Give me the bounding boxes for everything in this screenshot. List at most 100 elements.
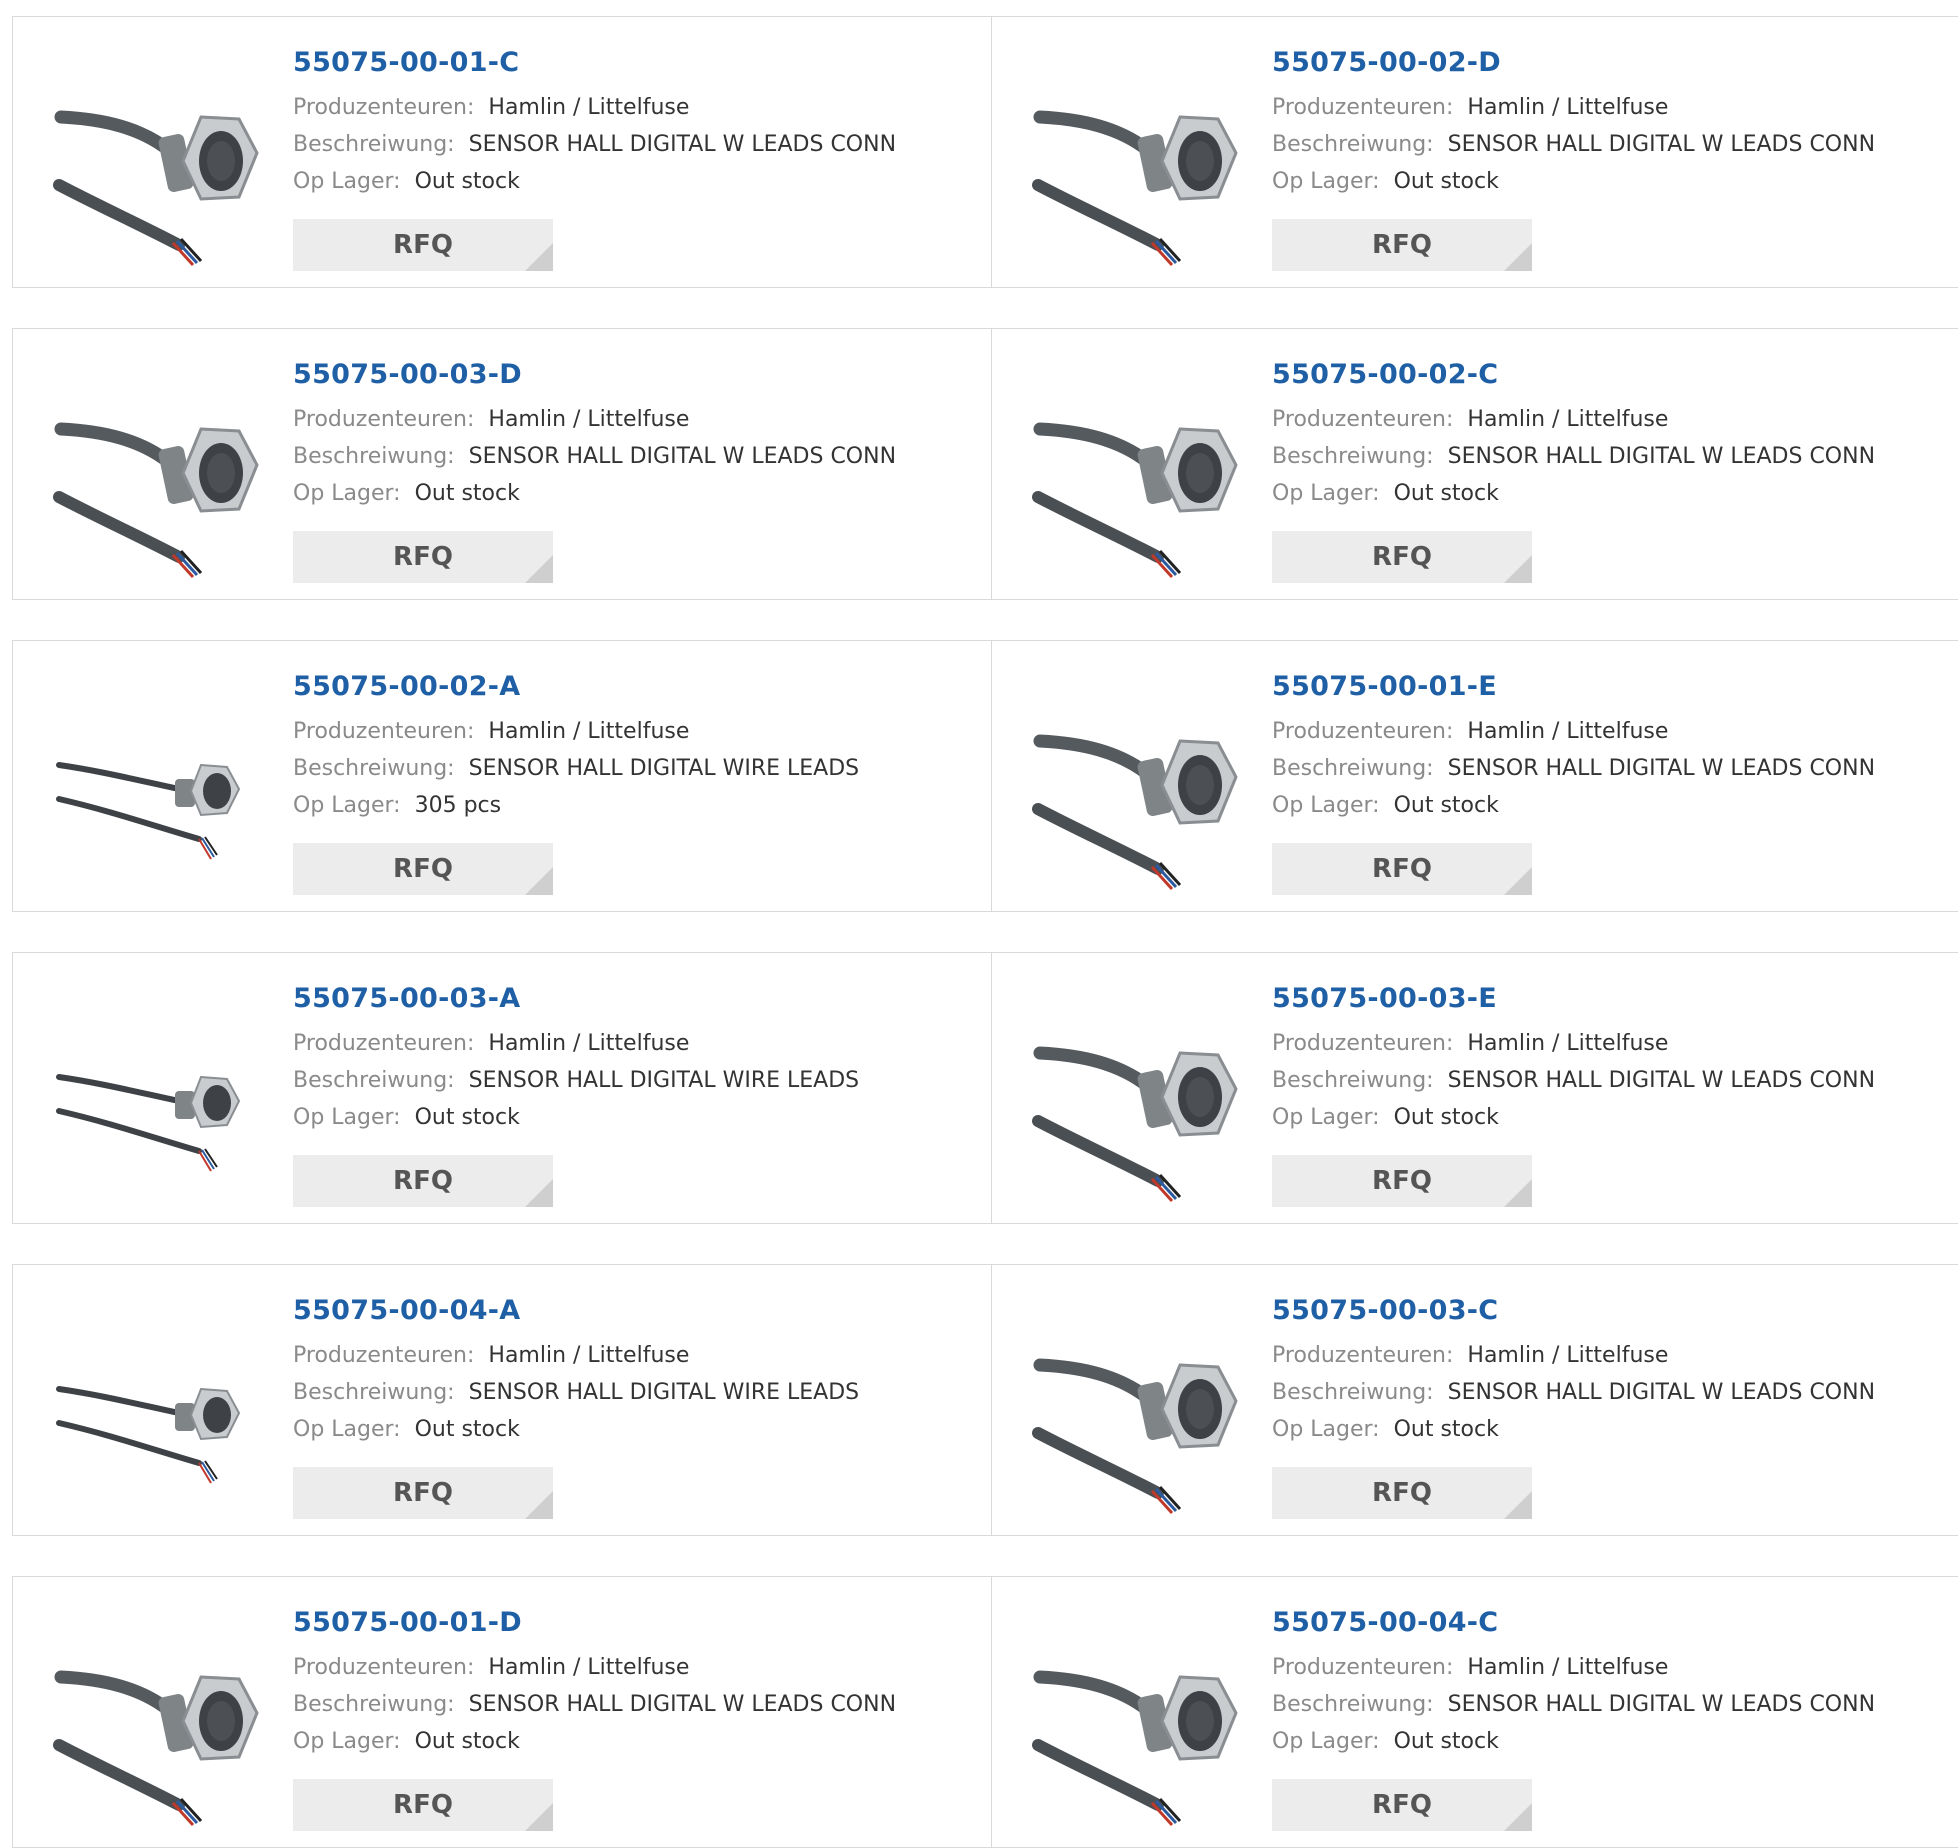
stock-row: Op Lager: Out stock — [293, 1411, 859, 1448]
product-card: 55075-00-03-A Produzenteuren: Hamlin / Li… — [13, 953, 991, 1223]
part-number-link[interactable]: 55075-00-02-C — [1272, 355, 1875, 395]
corner-triangle-icon — [525, 1803, 553, 1831]
product-card: 55075-00-01-C Produzenteuren: Hamlin / Li… — [13, 17, 991, 287]
stock-label: Op Lager: — [293, 169, 401, 194]
rfq-button[interactable]: RFQ — [293, 843, 553, 895]
product-info: 55075-00-01-D Produzenteuren: Hamlin / Li… — [293, 1603, 896, 1760]
sensor-wire-image[interactable] — [51, 681, 263, 891]
manufacturer-label: Produzenteuren: — [293, 719, 475, 744]
product-info: 55075-00-01-E Produzenteuren: Hamlin / Li… — [1272, 667, 1875, 824]
description-label: Beschreiwung: — [1272, 1068, 1434, 1093]
rfq-button[interactable]: RFQ — [1272, 1779, 1532, 1831]
product-card: 55075-00-04-C Produzenteuren: Hamlin / Li… — [991, 1577, 1958, 1847]
product-info: 55075-00-02-A Produzenteuren: Hamlin / Li… — [293, 667, 859, 824]
manufacturer-value: Hamlin / Littelfuse — [1467, 1343, 1669, 1368]
sensor-connector-image[interactable] — [1030, 1617, 1242, 1827]
part-number-link[interactable]: 55075-00-01-C — [293, 43, 896, 83]
corner-triangle-icon — [525, 243, 553, 271]
part-number-link[interactable]: 55075-00-01-D — [293, 1603, 896, 1643]
stock-value: Out stock — [414, 1729, 520, 1754]
stock-value: Out stock — [1393, 1417, 1499, 1442]
manufacturer-row: Produzenteuren: Hamlin / Littelfuse — [1272, 1649, 1875, 1686]
description-value: SENSOR HALL DIGITAL WIRE LEADS — [468, 1068, 860, 1093]
stock-label: Op Lager: — [293, 793, 401, 818]
product-card: 55075-00-01-E Produzenteuren: Hamlin / Li… — [991, 641, 1958, 911]
description-value: SENSOR HALL DIGITAL W LEADS CONN — [468, 132, 897, 157]
corner-triangle-icon — [1504, 1803, 1532, 1831]
stock-label: Op Lager: — [1272, 1417, 1380, 1442]
manufacturer-row: Produzenteuren: Hamlin / Littelfuse — [293, 89, 896, 126]
stock-label: Op Lager: — [293, 1417, 401, 1442]
description-row: Beschreiwung: SENSOR HALL DIGITAL W LEADS… — [293, 438, 896, 475]
sensor-connector-image[interactable] — [1030, 1305, 1242, 1515]
stock-row: Op Lager: Out stock — [1272, 1099, 1875, 1136]
sensor-connector-image[interactable] — [1030, 57, 1242, 267]
rfq-button[interactable]: RFQ — [293, 219, 553, 271]
description-label: Beschreiwung: — [293, 1692, 455, 1717]
part-number-link[interactable]: 55075-00-02-D — [1272, 43, 1875, 83]
sensor-connector-image[interactable] — [51, 369, 263, 579]
stock-label: Op Lager: — [1272, 1729, 1380, 1754]
corner-triangle-icon — [1504, 243, 1532, 271]
description-value: SENSOR HALL DIGITAL WIRE LEADS — [468, 756, 860, 781]
sensor-connector-image[interactable] — [1030, 369, 1242, 579]
product-row: 55075-00-01-C Produzenteuren: Hamlin / Li… — [12, 16, 1958, 288]
part-number-link[interactable]: 55075-00-04-A — [293, 1291, 859, 1331]
rfq-button[interactable]: RFQ — [293, 1155, 553, 1207]
description-label: Beschreiwung: — [293, 1380, 455, 1405]
part-number-link[interactable]: 55075-00-01-E — [1272, 667, 1875, 707]
rfq-button[interactable]: RFQ — [293, 1779, 553, 1831]
manufacturer-label: Produzenteuren: — [1272, 95, 1454, 120]
product-card: 55075-00-04-A Produzenteuren: Hamlin / Li… — [13, 1265, 991, 1535]
part-number-link[interactable]: 55075-00-03-E — [1272, 979, 1875, 1019]
product-info: 55075-00-04-C Produzenteuren: Hamlin / Li… — [1272, 1603, 1875, 1760]
manufacturer-value: Hamlin / Littelfuse — [488, 1655, 690, 1680]
rfq-label: RFQ — [393, 854, 453, 884]
product-card: 55075-00-02-A Produzenteuren: Hamlin / Li… — [13, 641, 991, 911]
rfq-label: RFQ — [1372, 230, 1432, 260]
manufacturer-label: Produzenteuren: — [1272, 1343, 1454, 1368]
part-number-link[interactable]: 55075-00-02-A — [293, 667, 859, 707]
rfq-button[interactable]: RFQ — [1272, 1155, 1532, 1207]
description-label: Beschreiwung: — [293, 444, 455, 469]
stock-row: Op Lager: Out stock — [1272, 1411, 1875, 1448]
rfq-button[interactable]: RFQ — [293, 531, 553, 583]
description-row: Beschreiwung: SENSOR HALL DIGITAL W LEADS… — [1272, 1374, 1875, 1411]
sensor-connector-image[interactable] — [51, 57, 263, 267]
sensor-connector-image[interactable] — [1030, 681, 1242, 891]
corner-triangle-icon — [525, 555, 553, 583]
part-number-link[interactable]: 55075-00-03-C — [1272, 1291, 1875, 1331]
description-row: Beschreiwung: SENSOR HALL DIGITAL WIRE LE… — [293, 1374, 859, 1411]
stock-row: Op Lager: Out stock — [1272, 163, 1875, 200]
part-number-link[interactable]: 55075-00-04-C — [1272, 1603, 1875, 1643]
product-card: 55075-00-03-E Produzenteuren: Hamlin / Li… — [991, 953, 1958, 1223]
rfq-button[interactable]: RFQ — [1272, 1467, 1532, 1519]
manufacturer-label: Produzenteuren: — [1272, 1655, 1454, 1680]
part-number-link[interactable]: 55075-00-03-D — [293, 355, 896, 395]
part-number-link[interactable]: 55075-00-03-A — [293, 979, 859, 1019]
sensor-wire-image[interactable] — [51, 1305, 263, 1515]
sensor-wire-image[interactable] — [51, 993, 263, 1203]
manufacturer-value: Hamlin / Littelfuse — [488, 95, 690, 120]
description-value: SENSOR HALL DIGITAL W LEADS CONN — [1447, 132, 1876, 157]
corner-triangle-icon — [1504, 867, 1532, 895]
corner-triangle-icon — [1504, 1179, 1532, 1207]
stock-label: Op Lager: — [1272, 481, 1380, 506]
description-row: Beschreiwung: SENSOR HALL DIGITAL W LEADS… — [1272, 750, 1875, 787]
description-value: SENSOR HALL DIGITAL W LEADS CONN — [1447, 1068, 1876, 1093]
product-row: 55075-00-02-A Produzenteuren: Hamlin / Li… — [12, 640, 1958, 912]
stock-value: Out stock — [1393, 169, 1499, 194]
sensor-connector-image[interactable] — [51, 1617, 263, 1827]
sensor-connector-image[interactable] — [1030, 993, 1242, 1203]
manufacturer-label: Produzenteuren: — [293, 1655, 475, 1680]
rfq-button[interactable]: RFQ — [293, 1467, 553, 1519]
rfq-button[interactable]: RFQ — [1272, 219, 1532, 271]
rfq-button[interactable]: RFQ — [1272, 531, 1532, 583]
product-info: 55075-00-03-C Produzenteuren: Hamlin / Li… — [1272, 1291, 1875, 1448]
rfq-button[interactable]: RFQ — [1272, 843, 1532, 895]
description-row: Beschreiwung: SENSOR HALL DIGITAL W LEADS… — [1272, 1686, 1875, 1723]
rfq-label: RFQ — [1372, 1790, 1432, 1820]
description-label: Beschreiwung: — [1272, 1692, 1434, 1717]
stock-row: Op Lager: Out stock — [1272, 1723, 1875, 1760]
stock-row: Op Lager: Out stock — [293, 1723, 896, 1760]
